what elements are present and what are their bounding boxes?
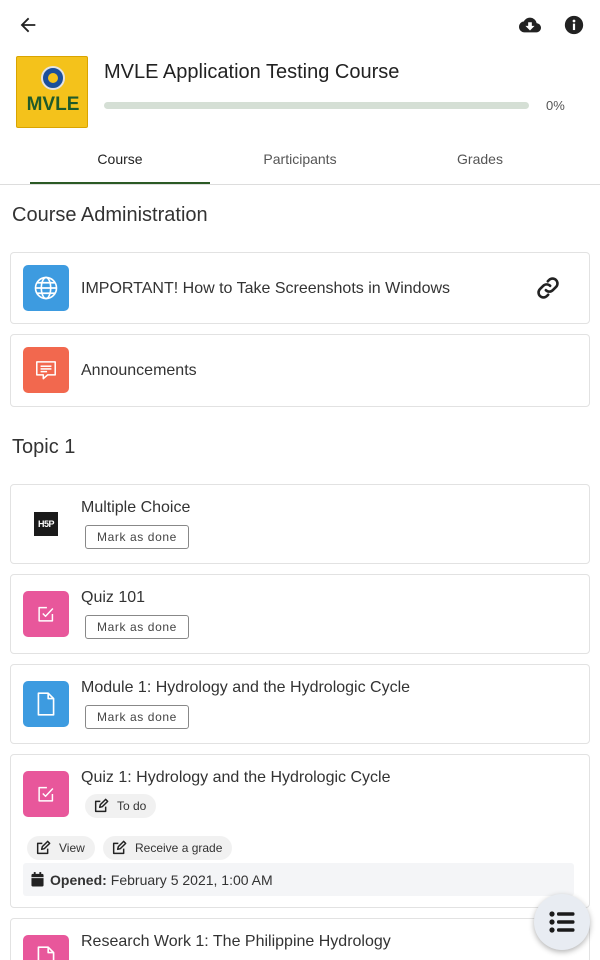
top-app-bar xyxy=(0,0,600,50)
module-title[interactable]: Multiple Choice xyxy=(81,499,190,517)
module-icon-forum xyxy=(23,347,69,393)
arrow-left-icon xyxy=(20,17,36,33)
globe-icon xyxy=(34,276,58,300)
section-title-course-administration: Course Administration xyxy=(12,204,208,226)
info-icon xyxy=(564,15,584,35)
course-title: MVLE Application Testing Course xyxy=(104,61,400,83)
quiz-icon xyxy=(38,786,54,802)
course-tabs: Course Participants Grades xyxy=(0,136,600,185)
assignment-icon xyxy=(37,946,55,960)
completion-status-label: To do xyxy=(117,799,147,813)
tab-course[interactable]: Course xyxy=(30,136,210,184)
module-card-assignment[interactable]: Research Work 1: The Philippine Hydrolog… xyxy=(10,918,590,960)
module-icon-page xyxy=(23,681,69,727)
mark-as-done-button[interactable]: Mark as done xyxy=(85,705,189,729)
opened-label: Opened: xyxy=(50,871,107,888)
course-logo: MVLE xyxy=(16,56,88,128)
completion-criteria-label: Receive a grade xyxy=(135,841,223,855)
completion-criteria-view: View xyxy=(27,836,95,860)
module-card-page[interactable]: Module 1: Hydrology and the Hydrologic C… xyxy=(10,664,590,744)
quiz-icon xyxy=(38,606,54,622)
page-icon xyxy=(37,692,55,716)
module-icon-url xyxy=(23,265,69,311)
module-card-url[interactable]: IMPORTANT! How to Take Screenshots in Wi… xyxy=(10,252,590,324)
back-button[interactable] xyxy=(14,11,42,39)
module-title[interactable]: Module 1: Hydrology and the Hydrologic C… xyxy=(81,679,410,697)
tab-participants[interactable]: Participants xyxy=(210,136,390,184)
module-title[interactable]: Research Work 1: The Philippine Hydrolog… xyxy=(81,933,391,951)
cloud-download-icon xyxy=(519,17,541,33)
tab-grades[interactable]: Grades xyxy=(390,136,570,184)
edit-icon xyxy=(112,840,127,855)
seal-icon xyxy=(41,66,65,90)
module-icon-quiz xyxy=(23,771,69,817)
module-icon-quiz xyxy=(23,591,69,637)
course-header: MVLE MVLE Application Testing Course 0% xyxy=(0,50,600,132)
opened-date-row: Opened: February 5 2021, 1:00 AM xyxy=(23,863,574,896)
course-index-button[interactable] xyxy=(534,894,590,950)
open-link-button[interactable] xyxy=(533,273,563,303)
edit-icon xyxy=(94,798,109,813)
course-progress-label: 0% xyxy=(546,98,565,113)
completion-criteria-label: View xyxy=(59,841,85,855)
h5p-icon: H5P xyxy=(34,512,58,536)
module-icon-h5p: H5P xyxy=(23,501,69,547)
list-icon xyxy=(549,911,575,933)
download-course-button[interactable] xyxy=(516,11,544,39)
module-title[interactable]: Announcements xyxy=(81,362,197,380)
completion-status-chip: To do xyxy=(85,794,157,818)
forum-icon xyxy=(36,361,56,380)
module-title[interactable]: IMPORTANT! How to Take Screenshots in Wi… xyxy=(81,280,450,298)
module-card-forum[interactable]: Announcements xyxy=(10,334,590,407)
course-info-button[interactable] xyxy=(560,11,588,39)
module-card-quiz-1[interactable]: Quiz 1: Hydrology and the Hydrologic Cyc… xyxy=(10,754,590,908)
edit-icon xyxy=(36,840,51,855)
section-title-topic-1: Topic 1 xyxy=(12,436,76,458)
mark-as-done-button[interactable]: Mark as done xyxy=(85,615,189,639)
module-card-h5p[interactable]: H5P Multiple Choice Mark as done xyxy=(10,484,590,564)
module-title[interactable]: Quiz 1: Hydrology and the Hydrologic Cyc… xyxy=(81,769,390,787)
opened-date: February 5 2021, 1:00 AM xyxy=(110,871,273,888)
module-icon-assignment xyxy=(23,935,69,960)
course-progress-bar xyxy=(104,102,529,109)
calendar-icon xyxy=(31,872,44,887)
completion-criteria-grade: Receive a grade xyxy=(103,836,233,860)
module-card-quiz-101[interactable]: Quiz 101 Mark as done xyxy=(10,574,590,654)
link-icon xyxy=(537,277,559,299)
course-logo-text: MVLE xyxy=(26,94,80,115)
mark-as-done-button[interactable]: Mark as done xyxy=(85,525,189,549)
module-title[interactable]: Quiz 101 xyxy=(81,589,145,607)
